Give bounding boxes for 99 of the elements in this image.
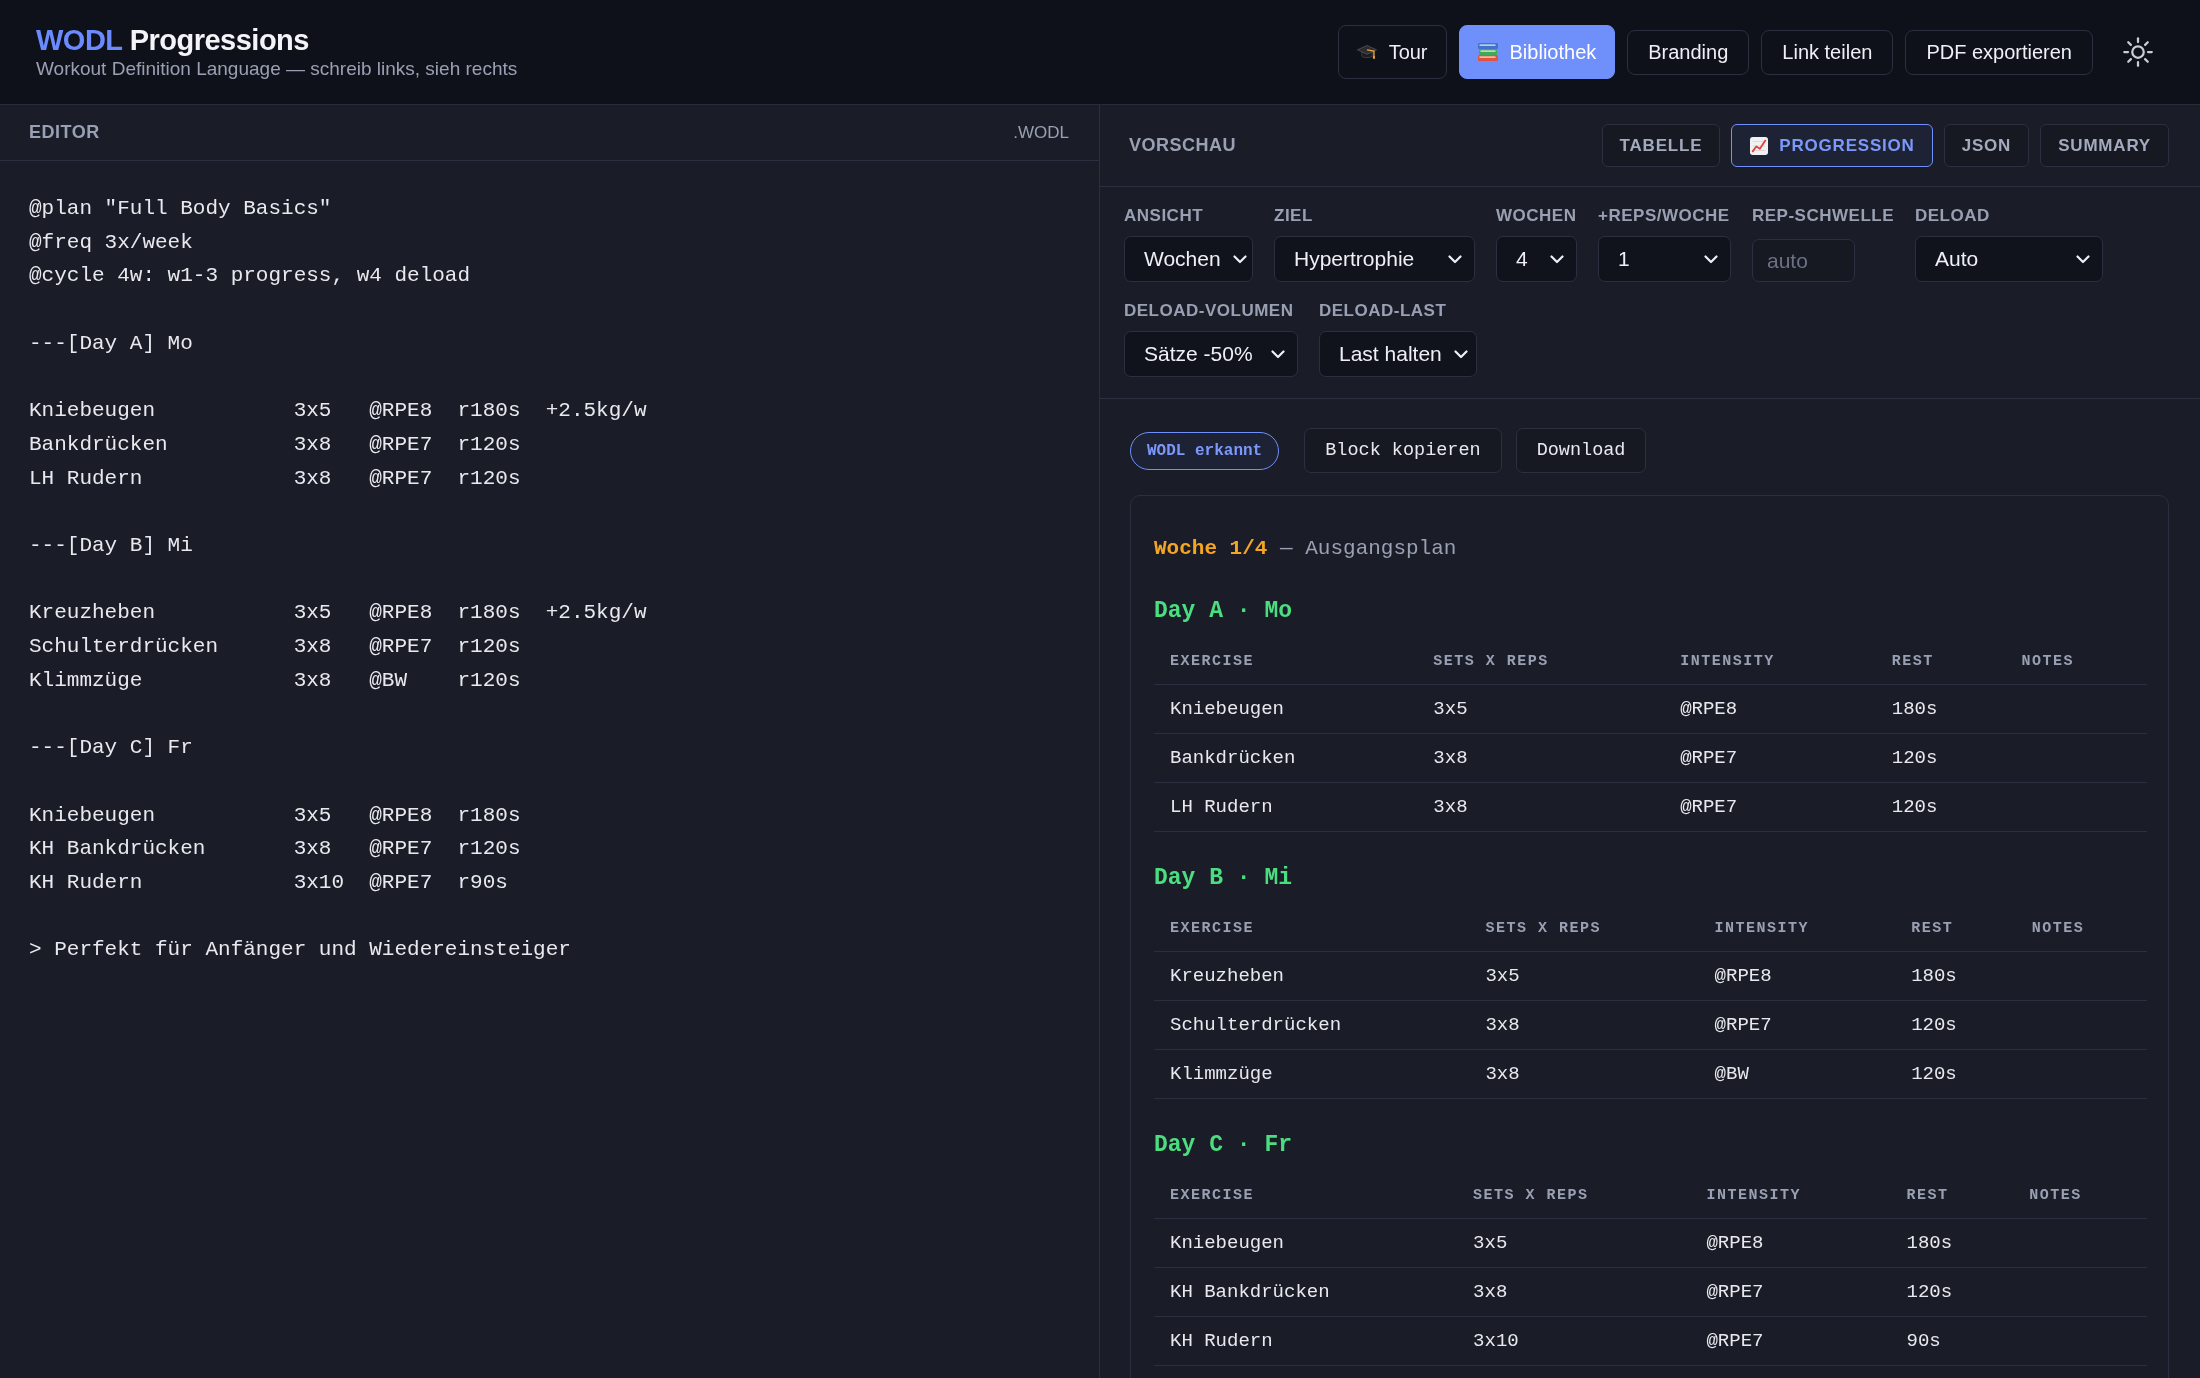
table-cell: 3x8 xyxy=(1469,1049,1699,1099)
file-extension-label: .WODL xyxy=(1013,122,1069,143)
table-cell: 3x5 xyxy=(1469,951,1699,1001)
sun-icon[interactable] xyxy=(2123,37,2153,67)
field-label: REP-SCHWELLE xyxy=(1752,206,1894,226)
view-tab[interactable]: PROGRESSION xyxy=(1731,124,1933,167)
table-cell: 120s xyxy=(1895,1000,2016,1050)
dropdown[interactable]: 1 xyxy=(1598,236,1731,282)
table-cell: 120s xyxy=(1875,733,2006,783)
chevron-down-icon xyxy=(1448,254,1462,264)
chevron-down-icon xyxy=(1271,349,1285,359)
chevron-down-icon xyxy=(1232,254,1247,264)
action-button[interactable]: Block kopieren xyxy=(1304,428,1502,473)
column-header: SETS X REPS xyxy=(1417,639,1665,685)
view-tab[interactable]: TABELLE xyxy=(1601,124,1721,167)
chevron-down-icon xyxy=(1453,349,1468,359)
table-cell: Kniebeugen xyxy=(1154,684,1418,734)
table-cell: 180s xyxy=(1875,684,2006,734)
column-header: REST xyxy=(1890,1173,2014,1219)
table-cell: KH Bankdrücken xyxy=(1154,1267,1458,1317)
graduation-cap-icon xyxy=(1356,43,1377,61)
input-field[interactable]: auto xyxy=(1752,239,1855,282)
table-cell: @RPE7 xyxy=(1690,1316,1891,1366)
table-cell: 180s xyxy=(1895,951,2016,1001)
column-header: NOTES xyxy=(2005,639,2147,685)
dropdown[interactable]: Wochen xyxy=(1124,236,1253,282)
column-header: SETS X REPS xyxy=(1457,1173,1691,1219)
table-cell: Bankdrücken xyxy=(1154,733,1418,783)
field-label: DELOAD-VOLUMEN xyxy=(1124,301,1294,321)
table-cell: 120s xyxy=(1875,782,2006,832)
field-label: DELOAD-LAST xyxy=(1319,301,1447,321)
table-cell: 3x8 xyxy=(1469,1000,1699,1050)
table-cell: Klimmzüge xyxy=(1154,1049,1470,1099)
table-cell: Kreuzheben xyxy=(1154,951,1470,1001)
column-header: INTENSITY xyxy=(1690,1173,1891,1219)
chevron-down-icon xyxy=(1704,254,1718,264)
column-header: EXERCISE xyxy=(1154,906,1470,952)
field-label: WOCHEN xyxy=(1496,206,1577,226)
table-cell: @RPE7 xyxy=(1698,1000,1896,1050)
table-cell: Kniebeugen xyxy=(1154,1218,1458,1268)
tour-button[interactable]: Tour xyxy=(1337,25,1447,79)
dropdown[interactable]: Hypertrophie xyxy=(1274,236,1475,282)
app-title: WODL Progressions xyxy=(36,23,309,57)
table-cell: @RPE8 xyxy=(1690,1218,1891,1268)
table-cell: 120s xyxy=(1895,1049,2016,1099)
table-cell: @BW xyxy=(1698,1049,1896,1099)
status-badge: WODL erkannt xyxy=(1130,431,1280,470)
week-heading: Woche 1/4 — Ausgangsplan xyxy=(1154,536,1457,562)
field-label: ZIEL xyxy=(1274,206,1313,226)
day-heading: Day A · Mo xyxy=(1154,597,1293,626)
table-cell: KH Rudern xyxy=(1154,1316,1458,1366)
table-cell: 120s xyxy=(1890,1267,2014,1317)
dropdown[interactable]: 4 xyxy=(1496,236,1577,282)
header-button[interactable]: PDF exportieren xyxy=(1905,29,2093,75)
table-cell: 180s xyxy=(1890,1218,2014,1268)
table-cell: Schulterdrücken xyxy=(1154,1000,1470,1050)
action-button[interactable]: Download xyxy=(1515,428,1647,473)
column-header: SETS X REPS xyxy=(1469,906,1699,952)
chart-increasing-icon xyxy=(1749,136,1770,155)
table-cell: 3x8 xyxy=(1417,733,1665,783)
column-header: NOTES xyxy=(2015,906,2147,952)
panel-title: VORSCHAU xyxy=(1129,135,1236,156)
column-header: INTENSITY xyxy=(1698,906,1896,952)
column-header: REST xyxy=(1895,906,2016,952)
panel-title: EDITOR xyxy=(29,122,100,143)
table-cell: @RPE7 xyxy=(1664,782,1876,832)
dropdown[interactable]: Last halten xyxy=(1319,331,1477,377)
column-header: NOTES xyxy=(2013,1173,2147,1219)
field-label: +REPS/WOCHE xyxy=(1598,206,1730,226)
chevron-down-icon xyxy=(1550,254,1564,264)
field-label: ANSICHT xyxy=(1124,206,1204,226)
table-cell: @RPE8 xyxy=(1698,951,1896,1001)
column-header: REST xyxy=(1875,639,2006,685)
field-label: DELOAD xyxy=(1915,206,1990,226)
table-cell: 90s xyxy=(1890,1316,2014,1366)
chevron-down-icon xyxy=(2076,254,2090,264)
dropdown[interactable]: Sätze -50% xyxy=(1124,331,1298,377)
table-cell: @RPE7 xyxy=(1690,1267,1891,1317)
code-editor[interactable]: @plan "Full Body Basics" @freq 3x/week @cycle 4w: w1-3 progress, w4 deload ---[Day A] Mo Kniebeugen 3x5 @RPE8 r180s +2.5kg/w Bankdrücken 3x8 @RPE7 r120s LH Rudern 3x8 @RPE7 r120s ---[Day B] Mi Kreuzheben 3x5 @RPE8 r180s +2.5kg/w Schulterdrücken 3x8 @RPE7 r120s Klimmzüge 3x8 @BW r120s ---[Day C] Fr Kniebeugen 3x5 @RPE8 r180s KH Bankdrücken 3x8 @RPE7 r120s KH Rudern 3x10 @RPE7 r90s > Perfekt für Anfänger und Wiedereinsteiger xyxy=(0,161,1099,1378)
header-button[interactable]: Branding xyxy=(1627,29,1750,75)
view-tab[interactable]: JSON xyxy=(1943,124,2030,167)
day-heading: Day C · Fr xyxy=(1154,1131,1293,1160)
day-heading: Day B · Mi xyxy=(1154,864,1293,893)
table-cell: LH Rudern xyxy=(1154,782,1418,832)
books-icon xyxy=(1477,43,1498,61)
view-tab[interactable]: SUMMARY xyxy=(2040,124,2169,167)
dropdown[interactable]: Auto xyxy=(1915,236,2103,282)
table-cell: 3x10 xyxy=(1457,1316,1691,1366)
column-header: INTENSITY xyxy=(1664,639,1876,685)
table-cell: 3x8 xyxy=(1457,1267,1691,1317)
header-button[interactable]: Link teilen xyxy=(1761,29,1894,75)
table-cell: @RPE8 xyxy=(1664,684,1876,734)
table-cell: 3x5 xyxy=(1457,1218,1691,1268)
table-cell: @RPE7 xyxy=(1664,733,1876,783)
app-subtitle: Workout Definition Language — schreib links, sieh rechts xyxy=(36,57,518,81)
table-cell: 3x5 xyxy=(1417,684,1665,734)
column-header: EXERCISE xyxy=(1154,639,1418,685)
table-cell: 3x8 xyxy=(1417,782,1665,832)
column-header: EXERCISE xyxy=(1154,1173,1458,1219)
